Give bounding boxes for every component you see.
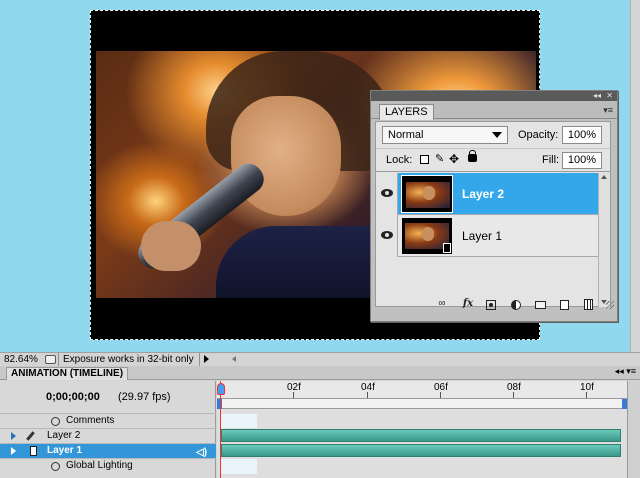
status-message: Exposure works in 32-bit only (58, 353, 200, 366)
collapse-icon[interactable]: ◂◂ (593, 91, 601, 101)
chevron-down-icon (492, 132, 502, 138)
frame-rate: (29.97 fps) (118, 391, 171, 403)
row-label: Layer 1 (47, 445, 83, 456)
comments-track[interactable] (221, 414, 257, 428)
lock-transparent-pixels-icon[interactable] (420, 155, 429, 164)
layer-name[interactable]: Layer 1 (462, 229, 502, 243)
adjustment-icon[interactable] (511, 300, 521, 310)
expand-triangle-icon[interactable] (11, 447, 16, 455)
film-icon (30, 446, 37, 456)
video-layer-icon (443, 243, 451, 253)
layer-1-duration-bar[interactable] (221, 444, 621, 457)
eye-icon (381, 231, 393, 239)
opacity-label: Opacity: (518, 129, 559, 141)
row-label: Layer 2 (47, 430, 81, 441)
status-bar: 82.64% Exposure works in 32-bit only (0, 352, 640, 366)
resize-grip-icon[interactable] (606, 301, 614, 309)
lock-label: Lock: (386, 154, 413, 166)
global-lighting-track[interactable] (221, 459, 257, 474)
timeline-layer-list: 0;00;00;00 (29.97 fps) Comments Layer 2 … (0, 381, 216, 478)
navigator-icon[interactable] (45, 355, 56, 364)
fill-label: Fill: (542, 154, 560, 166)
new-layer-icon[interactable] (560, 300, 569, 310)
row-label: Global Lighting (66, 460, 133, 471)
ruler-label: 08f (507, 382, 521, 393)
panel-menu-icon[interactable]: ◂◂ ▾≡ (615, 366, 636, 377)
scroll-up-icon[interactable] (601, 175, 607, 179)
current-timecode[interactable]: 0;00;00;00 (46, 391, 100, 403)
photo-hand (141, 221, 201, 271)
group-icon[interactable] (535, 301, 546, 309)
timeline-tracks[interactable]: 02f 04f 06f 08f 10f (217, 381, 640, 478)
tab-animation-timeline[interactable]: ANIMATION (TIMELINE) (6, 367, 129, 380)
ruler-label: 10f (580, 382, 594, 393)
layers-scrollbar[interactable] (598, 173, 610, 307)
zoom-level[interactable]: 82.64% (4, 354, 38, 366)
visibility-toggle[interactable] (376, 215, 398, 257)
lock-all-icon[interactable] (468, 150, 477, 162)
lock-image-pixels-icon[interactable]: ✎ (435, 152, 444, 165)
tab-layers[interactable]: LAYERS (379, 104, 434, 120)
fx-icon[interactable]: fx (461, 298, 475, 310)
scroll-left-icon[interactable] (232, 356, 236, 362)
expand-triangle-icon[interactable] (11, 432, 16, 440)
panel-titlebar[interactable]: ◂◂ ✕ (371, 91, 617, 101)
playhead-handle-icon[interactable] (217, 383, 225, 395)
panel-menu-icon[interactable]: ▾≡ (603, 105, 613, 116)
blend-mode-select[interactable]: Normal (382, 126, 508, 144)
timeline-row-global-lighting[interactable]: Global Lighting (0, 458, 216, 473)
brush-icon (26, 431, 35, 441)
stopwatch-icon[interactable] (51, 462, 60, 471)
ruler-label: 02f (287, 382, 301, 393)
lock-position-icon[interactable]: ✥ (449, 152, 459, 166)
document-workspace[interactable]: ◂◂ ✕ LAYERS ▾≡ Normal Opacity: 100% Lock… (0, 0, 632, 352)
row-label: Comments (66, 415, 115, 426)
thumbnail-image (406, 182, 450, 208)
layers-panel[interactable]: ◂◂ ✕ LAYERS ▾≡ Normal Opacity: 100% Lock… (370, 90, 618, 322)
layer-thumbnail (402, 176, 452, 212)
timeline-row-layer-1[interactable]: Layer 1 ◁) (0, 443, 216, 458)
stopwatch-icon[interactable] (51, 417, 60, 426)
time-ruler[interactable]: 02f 04f 06f 08f 10f (217, 381, 627, 399)
layers-panel-body: Normal Opacity: 100% Lock: ✎ ✥ Fill: 100… (375, 121, 611, 307)
trash-icon[interactable] (584, 299, 593, 310)
timeline-row-layer-2[interactable]: Layer 2 (0, 428, 216, 443)
layer-name[interactable]: Layer 2 (462, 187, 504, 201)
layer-2-duration-bar[interactable] (221, 429, 621, 442)
link-icon[interactable]: ∞ (435, 298, 449, 310)
workspace-scrollbar[interactable] (630, 0, 640, 352)
close-icon[interactable]: ✕ (606, 91, 613, 101)
blend-mode-value: Normal (388, 129, 424, 141)
layer-row[interactable]: Layer 1 (376, 215, 598, 257)
opacity-field[interactable]: 100% (562, 126, 602, 144)
timeline-scrollbar[interactable] (627, 381, 640, 478)
visibility-toggle[interactable] (376, 173, 398, 215)
lock-row: Lock: ✎ ✥ Fill: 100% (376, 148, 610, 172)
mask-icon[interactable] (486, 300, 496, 310)
panel-tab-row: LAYERS ▾≡ (371, 101, 617, 120)
timeline-titlebar: ANIMATION (TIMELINE) ◂◂ ▾≡ (0, 366, 640, 380)
layers-panel-footer: ∞ fx (371, 296, 617, 312)
timeline-row-comments[interactable]: Comments (0, 413, 216, 428)
status-menu-arrow-icon[interactable] (204, 355, 209, 363)
layer-row[interactable]: Layer 2 (376, 173, 598, 215)
ruler-label: 04f (361, 382, 375, 393)
fill-field[interactable]: 100% (562, 152, 602, 169)
layer-thumbnail (402, 218, 452, 254)
work-area-bar[interactable] (217, 399, 627, 409)
ruler-label: 06f (434, 382, 448, 393)
current-time-indicator[interactable] (217, 381, 225, 478)
eye-icon (381, 189, 393, 197)
animation-timeline-panel: ANIMATION (TIMELINE) ◂◂ ▾≡ 0;00;00;00 (2… (0, 366, 640, 478)
